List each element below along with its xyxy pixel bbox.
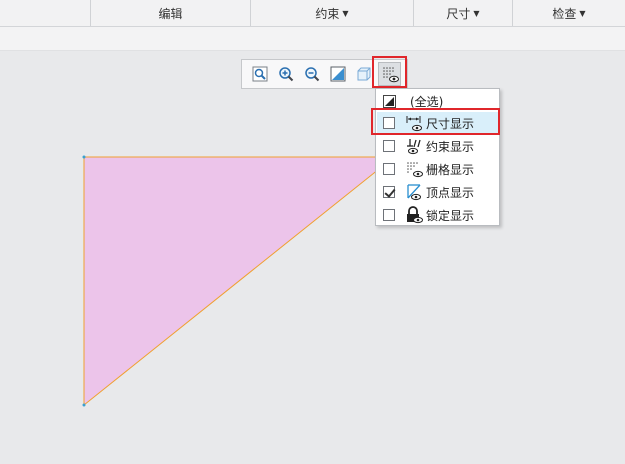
menu-item-lock-display[interactable]: 锁定显示 [377, 204, 498, 226]
menu-item-select-all[interactable]: (全选) [377, 90, 498, 112]
dimension-display-checkbox[interactable] [383, 117, 395, 129]
tab-constraint-label: 约束 [315, 6, 340, 21]
zoom-out-button[interactable] [300, 62, 323, 86]
vertex-point [82, 403, 86, 407]
sketch-triangle [83, 156, 396, 407]
menu-item-constraint-display[interactable]: 约束显示 [377, 135, 498, 157]
constraint-display-checkbox[interactable] [383, 140, 395, 152]
sketcher-display-button[interactable] [378, 62, 401, 86]
grid-eye-icon [382, 67, 399, 83]
dimension-display-icon [405, 114, 423, 132]
constraint-display-label: 约束显示 [426, 139, 475, 154]
tab-edit[interactable]: 编辑 [90, 0, 250, 26]
grid-display-label: 栅格显示 [426, 162, 475, 177]
graphics-canvas[interactable] [0, 51, 625, 464]
ribbon-bar: 编辑 约束 ▼ 尺寸 ▼ 检查 ▼ [0, 0, 625, 27]
tab-constraint[interactable]: 约束 ▼ [250, 0, 413, 26]
cube-display-icon [357, 67, 370, 81]
zoom-fit-icon [252, 66, 267, 82]
zoom-fit-button[interactable] [248, 62, 271, 86]
grid-display-icon [405, 160, 423, 178]
lock-display-icon [405, 206, 423, 224]
tab-inspect[interactable]: 检查 ▼ [512, 0, 625, 26]
menu-item-dimension-display[interactable]: 尺寸显示 [377, 112, 498, 134]
caret-down-icon: ▼ [342, 8, 349, 18]
vertex-point [82, 155, 86, 159]
display-style-button[interactable] [352, 62, 375, 86]
zoom-in-icon [278, 67, 293, 82]
menu-item-vertex-display[interactable]: 顶点显示 [377, 181, 498, 203]
constraint-display-icon [405, 137, 423, 155]
lock-display-checkbox[interactable] [383, 209, 395, 221]
select-all-icon [383, 94, 396, 108]
sketcher-display-menu: (全选) 尺寸显示 约束显示 栅格显示 顶点显示 锁定显示 [375, 88, 500, 226]
dimension-display-label: 尺寸显示 [426, 116, 475, 131]
caret-down-icon: ▼ [579, 8, 586, 18]
menu-item-grid-display[interactable]: 栅格显示 [377, 158, 498, 180]
sketch-view-icon [330, 66, 345, 82]
zoom-in-button[interactable] [274, 62, 297, 86]
ribbon-group-bar [0, 27, 625, 51]
vertex-display-label: 顶点显示 [426, 185, 475, 200]
graphics-toolbar [241, 59, 408, 89]
tab-edit-label: 编辑 [158, 6, 183, 21]
sketch-svg [82, 155, 396, 407]
caret-down-icon: ▼ [473, 8, 480, 18]
tab-dimension-label: 尺寸 [446, 6, 471, 21]
select-all-label: (全选) [410, 94, 444, 109]
tab-dimension[interactable]: 尺寸 ▼ [413, 0, 512, 26]
vertex-display-icon [405, 183, 423, 201]
tab-inspect-label: 检查 [552, 6, 577, 21]
sketch-view-button[interactable] [326, 62, 349, 86]
zoom-out-icon [304, 67, 319, 82]
vertex-display-checkbox[interactable] [383, 186, 395, 198]
grid-display-checkbox[interactable] [383, 163, 395, 175]
lock-display-label: 锁定显示 [426, 208, 475, 223]
